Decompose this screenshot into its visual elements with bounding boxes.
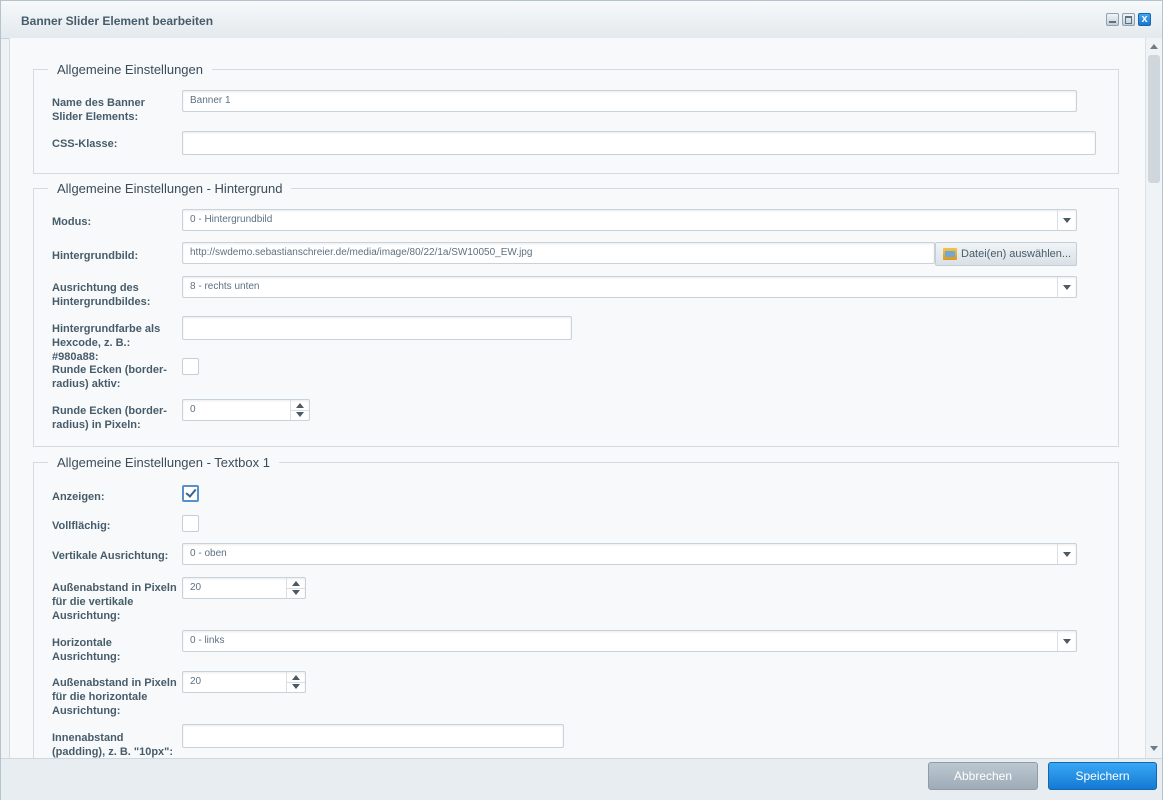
bg-color-label: Hintergrundfarbe als Hexcode, z. B.: #98…	[52, 323, 161, 363]
maximize-icon[interactable]	[1122, 13, 1135, 26]
chevron-down-icon[interactable]	[1057, 210, 1076, 230]
name-label: Name des Banner Slider Elements:	[52, 97, 145, 123]
rounded-px-label: Runde Ecken (border-radius) in Pixeln:	[52, 405, 167, 431]
horizontal-alignment-label: Horizontale Ausrichtung:	[52, 637, 121, 663]
show-checkbox[interactable]	[182, 485, 199, 502]
full-area-label: Vollflächig:	[52, 520, 111, 532]
css-class-label: CSS-Klasse:	[52, 138, 118, 150]
alignment-select[interactable]: 8 - rechts unten	[182, 276, 1077, 298]
alignment-label: Ausrichtung des Hintergrundbildes:	[52, 282, 151, 308]
background-image-label: Hintergrundbild:	[52, 250, 139, 262]
close-icon[interactable]: x	[1138, 13, 1151, 26]
stepper-buttons[interactable]	[286, 672, 305, 692]
stepper-buttons[interactable]	[286, 578, 305, 598]
horizontal-margin-value: 20	[190, 676, 202, 687]
select-files-button[interactable]: Datei(en) auswählen...	[935, 242, 1077, 266]
arrow-up-icon[interactable]	[296, 403, 304, 408]
cancel-button[interactable]: Abbrechen	[928, 762, 1038, 790]
chevron-down-icon[interactable]	[1057, 277, 1076, 297]
padding-label: Innenabstand (padding), z. B. "10px":	[52, 732, 174, 758]
scroll-down-icon[interactable]	[1150, 746, 1158, 751]
horizontal-margin-label: Außenabstand in Pixeln für die horizonta…	[52, 677, 177, 717]
minimize-icon[interactable]	[1106, 13, 1119, 26]
name-input[interactable]: Banner 1	[182, 90, 1077, 112]
css-class-input[interactable]	[182, 131, 1096, 155]
horizontal-alignment-select[interactable]: 0 - links	[182, 630, 1077, 652]
bg-color-input[interactable]	[182, 316, 572, 340]
checkmark-icon	[185, 486, 197, 498]
padding-input[interactable]	[182, 724, 564, 748]
arrow-down-icon[interactable]	[296, 412, 304, 417]
rounded-active-checkbox[interactable]	[182, 358, 199, 375]
vertical-margin-label: Außenabstand in Pixeln für die vertikale…	[52, 582, 177, 622]
stepper-divider	[287, 588, 305, 589]
horizontal-alignment-value: 0 - links	[190, 635, 225, 646]
title-bar[interactable]: Banner Slider Element bearbeiten x	[1, 1, 1162, 39]
vertical-alignment-select[interactable]: 0 - oben	[182, 543, 1077, 565]
vertical-alignment-label: Vertikale Ausrichtung:	[52, 550, 169, 562]
full-area-checkbox[interactable]	[182, 515, 199, 532]
form-content: Allgemeine Einstellungen Name des Banner…	[9, 38, 1146, 758]
image-folder-icon	[943, 248, 957, 260]
select-files-label: Datei(en) auswählen...	[961, 248, 1072, 260]
arrow-up-icon[interactable]	[292, 581, 300, 586]
scroll-thumb[interactable]	[1148, 55, 1160, 183]
vertical-scrollbar[interactable]	[1145, 38, 1162, 758]
background-image-input[interactable]: http://swdemo.sebastianschreier.de/media…	[182, 242, 935, 264]
arrow-up-icon[interactable]	[292, 675, 300, 680]
arrow-down-icon[interactable]	[292, 684, 300, 689]
chevron-down-icon[interactable]	[1057, 544, 1076, 564]
chevron-down-icon[interactable]	[1057, 631, 1076, 651]
section-general: Allgemeine Einstellungen	[33, 62, 1119, 174]
arrow-down-icon[interactable]	[292, 590, 300, 595]
vertical-alignment-value: 0 - oben	[190, 548, 227, 559]
stepper-buttons[interactable]	[290, 400, 309, 420]
rounded-active-label: Runde Ecken (border-radius) aktiv:	[52, 364, 167, 390]
section-legend: Allgemeine Einstellungen - Textbox 1	[57, 455, 270, 470]
rounded-px-stepper[interactable]: 0	[182, 399, 310, 421]
dialog-footer: Abbrechen Speichern	[1, 758, 1162, 800]
vertical-margin-stepper[interactable]: 20	[182, 577, 306, 599]
section-legend: Allgemeine Einstellungen	[57, 62, 203, 77]
modus-select[interactable]: 0 - Hintergrundbild	[182, 209, 1077, 231]
window-title: Banner Slider Element bearbeiten	[21, 14, 214, 28]
modus-label: Modus:	[52, 216, 92, 228]
dialog-window: Banner Slider Element bearbeiten x Allge…	[0, 0, 1163, 800]
section-legend: Allgemeine Einstellungen - Hintergrund	[57, 181, 283, 196]
stepper-divider	[287, 682, 305, 683]
scroll-up-icon[interactable]	[1150, 44, 1158, 49]
vertical-margin-value: 20	[190, 582, 202, 593]
horizontal-margin-stepper[interactable]: 20	[182, 671, 306, 693]
stepper-divider	[291, 410, 309, 411]
save-button[interactable]: Speichern	[1048, 762, 1157, 790]
modus-value: 0 - Hintergrundbild	[190, 214, 273, 225]
show-label: Anzeigen:	[52, 491, 105, 503]
rounded-px-value: 0	[190, 404, 196, 415]
alignment-value: 8 - rechts unten	[190, 281, 260, 292]
